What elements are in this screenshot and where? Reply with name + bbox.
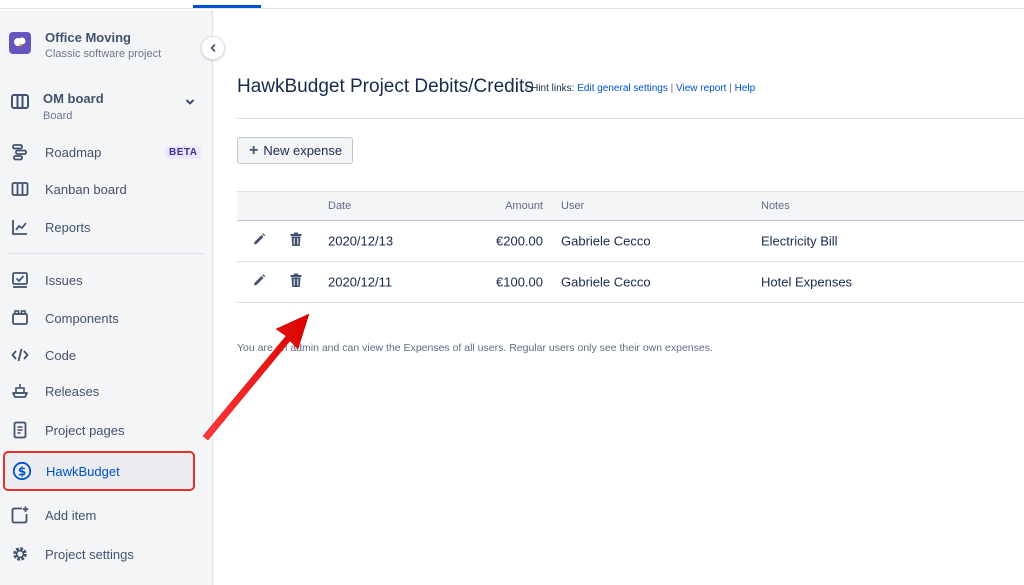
sidebar-item-label: HawkBudget [46, 463, 120, 479]
sidebar-item-roadmap[interactable]: Roadmap BETA [0, 136, 212, 168]
components-icon [10, 308, 30, 328]
hint-prefix: - Hint links: [525, 83, 575, 94]
sidebar-item-label: Issues [45, 272, 83, 288]
sidebar-item-label: Project pages [45, 422, 125, 438]
chevron-left-icon [210, 44, 216, 52]
header-amount: Amount [505, 200, 543, 212]
collapse-sidebar-button[interactable] [201, 36, 225, 60]
sidebar-item-project-settings[interactable]: Project settings [0, 538, 212, 570]
board-selector[interactable]: OM board Board [10, 92, 200, 123]
sidebar-item-label: Reports [45, 219, 91, 235]
new-expense-label: New expense [263, 143, 343, 158]
edit-general-settings-link[interactable]: Edit general settings [577, 83, 668, 94]
header-date: Date [328, 200, 352, 212]
chevron-down-icon [186, 99, 194, 105]
edit-icon[interactable] [252, 233, 266, 250]
sidebar-item-components[interactable]: Components [0, 302, 212, 334]
beta-badge: BETA [165, 145, 202, 159]
title-divider [237, 118, 1024, 119]
new-expense-button[interactable]: + New expense [237, 137, 354, 164]
sidebar-item-project-pages[interactable]: Project pages [0, 414, 212, 446]
project-header[interactable]: Office Moving Classic software project [9, 30, 161, 61]
sidebar-item-label: Add item [45, 507, 97, 523]
row-amount: €100.00 [496, 274, 543, 290]
sidebar-divider [8, 253, 204, 254]
reports-icon [10, 217, 30, 237]
project-name: Office Moving [45, 30, 131, 45]
trash-icon[interactable] [290, 273, 302, 291]
sidebar-item-label: Code [45, 347, 77, 363]
sidebar-item-label: Project settings [45, 546, 134, 562]
sidebar-item-hawkbudget[interactable]: $ HawkBudget [3, 451, 195, 491]
row-user: Gabriele Cecco [561, 274, 651, 290]
dollar-icon: $ [12, 461, 32, 481]
top-nav-active-indicator [193, 5, 261, 8]
trash-icon[interactable] [290, 232, 302, 250]
roadmap-icon [10, 142, 30, 162]
sidebar-item-reports[interactable]: Reports [0, 211, 212, 243]
sidebar-item-label: Roadmap [45, 144, 102, 160]
edit-icon[interactable] [252, 274, 266, 291]
view-report-link[interactable]: View report [676, 83, 726, 94]
row-notes: Hotel Expenses [761, 274, 853, 290]
table-row: 2020/12/11 €100.00 Gabriele Cecco Hotel … [237, 262, 1024, 303]
sidebar-item-kanban-board[interactable]: Kanban board [0, 173, 212, 205]
row-user: Gabriele Cecco [561, 233, 651, 249]
releases-icon [10, 381, 30, 401]
expenses-table: Date Amount User Notes 2020/12/13 €200.0… [237, 191, 1024, 303]
add-item-icon [10, 505, 30, 525]
admin-notice: You are an admin and can view the Expens… [237, 342, 713, 354]
header-user: User [561, 200, 585, 212]
hint-links: - Hint links: Edit general settings | Vi… [525, 83, 756, 94]
plus-icon: + [249, 141, 259, 159]
row-date: 2020/12/13 [328, 233, 394, 249]
top-navigation-bar [0, 0, 1024, 9]
sidebar-item-label: Kanban board [45, 181, 127, 197]
svg-text:$: $ [18, 465, 26, 479]
board-type: Board [43, 110, 73, 122]
kanban-icon [10, 179, 30, 199]
code-icon [10, 345, 30, 365]
sidebar-item-releases[interactable]: Releases [0, 375, 212, 407]
project-pages-icon [10, 420, 30, 440]
gear-icon [10, 544, 30, 564]
board-name: OM board [43, 91, 104, 106]
table-row: 2020/12/13 €200.00 Gabriele Cecco Electr… [237, 221, 1024, 262]
row-notes: Electricity Bill [761, 233, 838, 249]
board-icon [11, 94, 29, 109]
page-title: HawkBudget Project Debits/Credits [237, 76, 534, 97]
project-avatar-icon [9, 32, 31, 54]
sidebar-item-label: Components [45, 310, 119, 326]
sidebar-item-label: Releases [45, 383, 100, 399]
sidebar-item-code[interactable]: Code [0, 339, 212, 371]
row-date: 2020/12/11 [328, 274, 393, 290]
sidebar-item-issues[interactable]: Issues [0, 264, 212, 296]
header-notes: Notes [761, 200, 790, 212]
row-amount: €200.00 [496, 233, 543, 249]
help-link[interactable]: Help [735, 83, 756, 94]
issues-icon [10, 270, 30, 290]
project-type: Classic software project [45, 48, 162, 60]
sidebar-item-add-item[interactable]: Add item [0, 499, 212, 531]
table-header: Date Amount User Notes [237, 191, 1024, 221]
